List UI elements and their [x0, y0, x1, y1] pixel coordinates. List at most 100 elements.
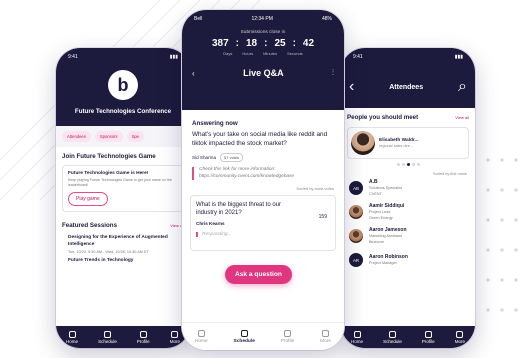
suggestion-card[interactable]: Elisabeth Waldr... regional sales dire..…	[347, 127, 469, 159]
tab-label: Profile	[280, 338, 295, 344]
qa-title: Live Q&A	[243, 68, 284, 78]
attendee-row[interactable]: AB A.B Solutions Specialist CVENT	[341, 176, 475, 200]
tab-schedule[interactable]: Schedule	[98, 330, 117, 344]
qa-header: Bell 12:34 PM 48% Submissions close in 3…	[182, 10, 344, 110]
people-section-header: People you should meet View all	[341, 108, 475, 121]
attendee-info: A.B Solutions Specialist CVENT	[369, 179, 402, 196]
countdown-days: 387	[211, 38, 229, 49]
tab-label: Home	[194, 338, 208, 344]
tab-more[interactable]: More	[320, 329, 332, 344]
tab-bar: Home Schedule Profile More	[182, 322, 344, 350]
upvote-count[interactable]: 159	[319, 214, 327, 220]
answer-reply: Check this link for more information: ht…	[192, 167, 334, 180]
attendee-role: Marketing Assistant	[369, 234, 402, 239]
attendee-role: Solutions Specialist	[369, 186, 402, 191]
session-item[interactable]: Future Trends in Technology	[56, 255, 190, 264]
unit-hours: Hours	[242, 51, 254, 56]
profile-icon	[424, 330, 432, 338]
tab-label: Home	[351, 338, 364, 344]
attendees-title: Attendees	[389, 83, 424, 91]
conference-title: Future Technologies Conference	[74, 108, 172, 115]
qa-title-bar: ‹ Live Q&A ⫶	[182, 56, 344, 78]
question-text: What is the biggest threat to our indust…	[196, 201, 282, 216]
battery-level: 48%	[321, 16, 332, 22]
tab-home[interactable]: Home	[351, 330, 364, 344]
tab-more[interactable]: More	[170, 330, 180, 344]
tab-home[interactable]: Home	[66, 330, 78, 344]
tab-label: Schedule	[233, 338, 255, 344]
profile-icon	[139, 330, 147, 338]
tab-home[interactable]: Home	[194, 329, 208, 344]
attendee-row[interactable]: AR Aaron Robinson Project Manager	[341, 248, 475, 272]
attendees-title-bar: ‹ Attendees ⌕	[341, 66, 475, 108]
unit-seconds: Seconds	[287, 51, 303, 56]
attendee-role: Project Lead	[369, 210, 391, 215]
menu-icon	[171, 330, 179, 338]
carousel-dots	[341, 163, 475, 166]
ask-question-button[interactable]: Ask a question	[225, 265, 292, 284]
tab-label: More	[320, 338, 332, 344]
session-title: Future Trends in Technology	[68, 257, 134, 263]
tab-profile[interactable]: Profile	[137, 330, 150, 344]
attendee-row[interactable]: Aaron Jameson Marketing Assistant Blueco…	[341, 224, 475, 248]
search-icon[interactable]: ⌕	[458, 78, 467, 96]
tab-label: Schedule	[383, 338, 402, 344]
profile-icon	[283, 329, 291, 337]
featured-title: Featured Sessions	[62, 222, 118, 230]
vote-count: 57 votes	[220, 153, 244, 163]
unit-minutes: Minutes	[263, 51, 278, 56]
chip-speakers[interactable]: Spe	[126, 131, 145, 142]
category-chips: Attendees Sponsors Spe	[56, 126, 190, 147]
home-icon	[197, 329, 205, 337]
tab-profile[interactable]: Profile	[280, 329, 295, 344]
suggestion-name: Elisabeth Waldr...	[379, 138, 419, 143]
back-icon[interactable]: ‹	[192, 69, 195, 78]
avatar: AB	[349, 181, 363, 195]
attendee-name: Aaron Jameson	[369, 227, 407, 234]
people-view-all-link[interactable]: View all	[455, 115, 469, 120]
current-question: What's your take on social media like re…	[192, 131, 328, 147]
tab-schedule[interactable]: Schedule	[233, 329, 255, 344]
status-time: 9:41	[68, 54, 78, 60]
game-card-title: Future Technologies Game is Here!	[68, 171, 149, 176]
chip-attendees[interactable]: Attendees	[62, 131, 91, 142]
attendee-row[interactable]: Aamir Siddiqui Project Lead Green Energy	[341, 200, 475, 224]
attendees-header: 9:41 ▮▮▮ ‹ Attendees ⌕	[341, 48, 475, 108]
status-time: 9:41	[353, 54, 363, 60]
tab-profile[interactable]: Profile	[421, 330, 435, 344]
status-bar: 9:41 ▮▮▮	[341, 48, 475, 66]
tab-more[interactable]: More	[454, 330, 465, 344]
attendee-name: Aamir Siddiqui	[369, 203, 405, 210]
countdown-seconds: 42	[302, 38, 315, 49]
avatar: AR	[349, 253, 363, 267]
question-meta: Sid Sharma 57 votes	[192, 153, 334, 163]
question-card[interactable]: What is the biggest threat to our indust…	[190, 194, 336, 251]
attendee-info: Aaron Robinson Project Manager	[369, 254, 408, 266]
suggestion-role: regional sales dire...	[379, 144, 413, 148]
chip-sponsors[interactable]: Sponsors	[94, 131, 123, 142]
tab-label: Profile	[421, 338, 435, 344]
menu-icon	[322, 329, 330, 337]
tab-schedule[interactable]: Schedule	[383, 330, 402, 344]
calendar-icon	[103, 330, 111, 338]
game-card: Future Technologies Game is Here! Keep p…	[62, 165, 184, 213]
tab-label: More	[454, 338, 465, 344]
countdown-digits: 387: 18: 25: 42	[211, 38, 315, 49]
tab-label: Schedule	[98, 338, 117, 344]
attendee-name: Aaron Robinson	[369, 254, 408, 261]
back-icon[interactable]: ‹	[349, 78, 354, 96]
session-item[interactable]: Designing for the Experience of Augmente…	[56, 232, 190, 254]
play-game-button[interactable]: Play game	[68, 192, 108, 207]
calendar-icon	[240, 329, 248, 337]
filter-icon[interactable]: ⫶	[332, 68, 334, 78]
status-time: 12:34 PM	[251, 16, 273, 22]
attendee-info: Aaron Jameson Marketing Assistant Blueco…	[369, 227, 407, 244]
battery-icon: ▮▮▮	[454, 54, 463, 60]
attendee-company: CVENT	[369, 192, 382, 196]
question-author: Chris Kearns	[196, 220, 225, 226]
attendee-name: A.B	[369, 179, 378, 186]
sort-label[interactable]: Sorted by most votes	[192, 186, 334, 191]
countdown-label: Submissions close in	[240, 30, 286, 35]
calendar-icon	[388, 330, 396, 338]
battery-icon: ▮▮▮	[169, 54, 178, 60]
